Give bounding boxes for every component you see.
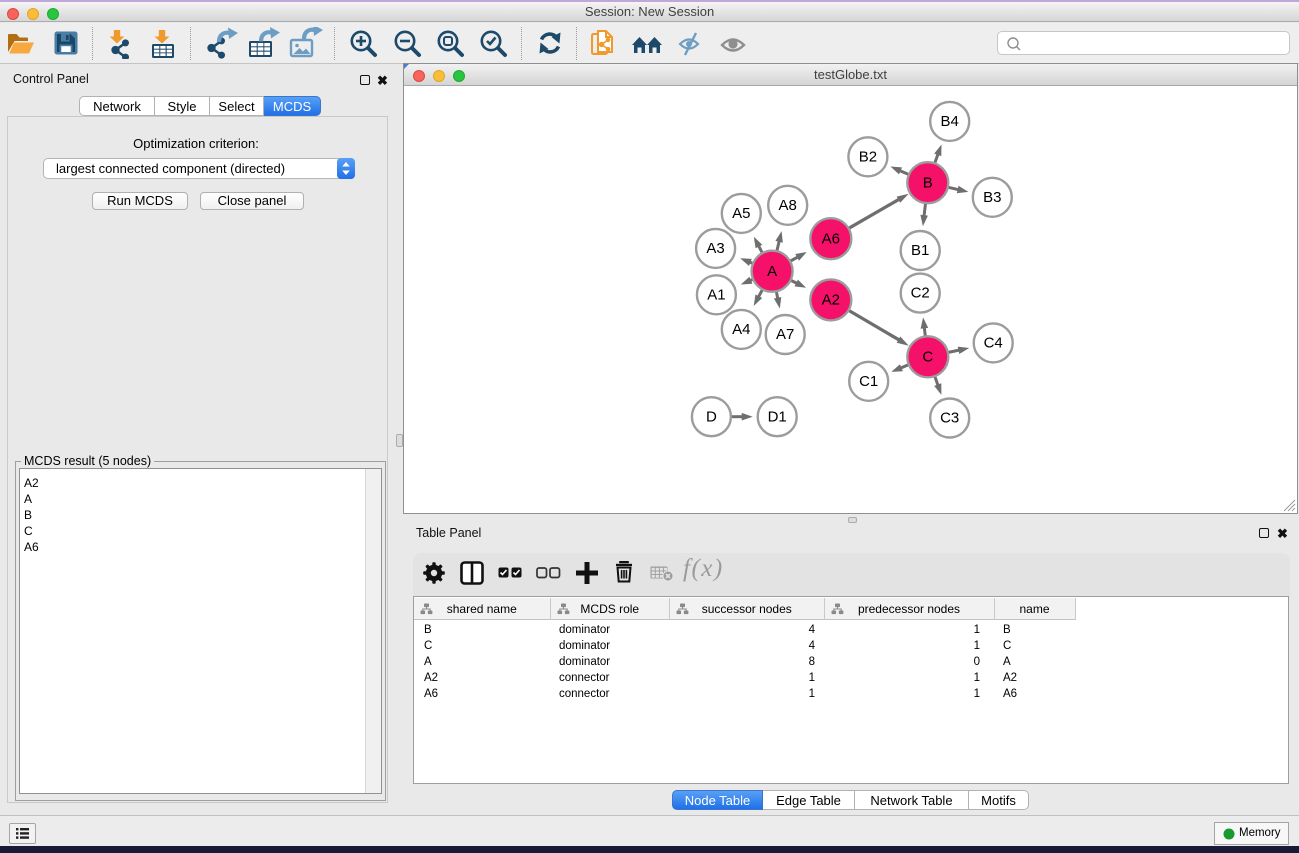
svg-text:C3: C3 [940, 410, 959, 427]
svg-text:A2: A2 [822, 292, 840, 309]
svg-text:D: D [706, 408, 717, 425]
svg-text:A8: A8 [779, 197, 797, 214]
svg-text:A7: A7 [776, 326, 794, 343]
svg-text:C2: C2 [911, 285, 930, 302]
svg-text:A5: A5 [732, 205, 750, 222]
svg-text:B1: B1 [911, 242, 929, 259]
svg-text:B4: B4 [941, 113, 959, 130]
svg-text:C: C [922, 348, 933, 365]
svg-text:B3: B3 [983, 189, 1001, 206]
svg-text:A1: A1 [707, 286, 725, 303]
svg-text:A6: A6 [822, 230, 840, 247]
svg-text:A4: A4 [732, 321, 750, 338]
svg-text:B2: B2 [859, 148, 877, 165]
svg-text:A: A [767, 263, 777, 280]
svg-text:C4: C4 [984, 335, 1003, 352]
svg-text:A3: A3 [706, 240, 724, 257]
svg-text:B: B [923, 174, 933, 191]
svg-text:D1: D1 [768, 408, 787, 425]
svg-text:C1: C1 [859, 373, 878, 390]
